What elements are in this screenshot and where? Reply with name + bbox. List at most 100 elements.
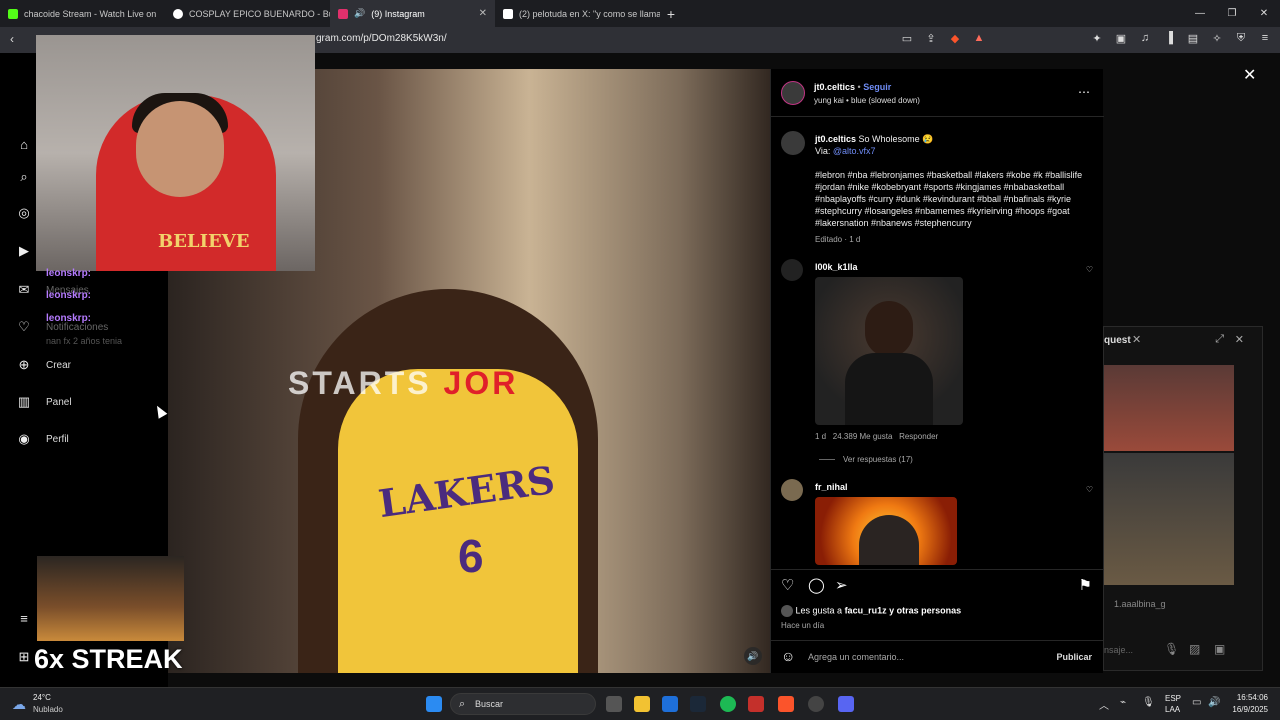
sidebar-item-panel[interactable]: ▥ Panel: [16, 394, 72, 410]
sidebar-item-home[interactable]: ⌂: [16, 137, 32, 152]
liked-by-suffix[interactable]: y otras personas: [887, 605, 961, 615]
brave-icon[interactable]: [778, 696, 794, 712]
display-icon[interactable]: ▭: [1192, 697, 1201, 708]
more-options-icon[interactable]: ⋯: [1078, 85, 1090, 99]
weather-temp[interactable]: 24°C: [33, 693, 51, 702]
install-icon[interactable]: ▭: [900, 32, 914, 45]
caption-username[interactable]: jt0.celtics: [815, 134, 856, 144]
spotify-icon[interactable]: [720, 696, 736, 712]
mute-button[interactable]: 🔊: [744, 647, 762, 665]
sidebar-item-more[interactable]: ≡: [16, 611, 32, 626]
profile-icon: ◉: [18, 431, 30, 446]
comment-username[interactable]: l00k_k1lla: [815, 262, 858, 272]
tab-kick[interactable]: chacoide Stream - Watch Live on: [0, 0, 165, 27]
brave-rewards-icon[interactable]: ▲: [972, 32, 986, 45]
comment-icon[interactable]: ◯: [808, 576, 825, 594]
image-icon[interactable]: ▨: [1189, 642, 1200, 656]
steam-icon[interactable]: [690, 696, 706, 712]
start-icon[interactable]: [426, 696, 442, 712]
audio-label[interactable]: yung kai • blue (slowed down): [814, 96, 920, 105]
dm-input[interactable]: nsaje...: [1104, 645, 1133, 655]
expand-icon[interactable]: ⤢: [1215, 333, 1224, 346]
file-explorer-icon[interactable]: [634, 696, 650, 712]
weather-desc[interactable]: Nublado: [33, 705, 63, 714]
tab-search[interactable]: COSPLAY EPICO BUENARDO - Buscar: [165, 0, 330, 27]
lang-1[interactable]: ESP: [1165, 694, 1181, 703]
share-icon[interactable]: ➢: [835, 576, 848, 594]
sidebar-item-search[interactable]: ⌕: [16, 169, 32, 185]
publish-button[interactable]: Publicar: [1056, 652, 1092, 662]
like-icon[interactable]: ♡: [781, 576, 794, 594]
task-view-icon[interactable]: [606, 696, 622, 712]
comment-likes[interactable]: 24.389 Me gusta: [833, 432, 893, 441]
vpn-icon[interactable]: ⛨: [1234, 32, 1248, 45]
chrome-icon[interactable]: [808, 696, 824, 712]
tab-search-icon[interactable]: ▣: [1114, 32, 1128, 45]
leo-ai-icon[interactable]: ✧: [1210, 32, 1224, 45]
brave-shield-icon[interactable]: ◆: [948, 32, 962, 45]
clock-date[interactable]: 16/9/2025: [1232, 705, 1268, 714]
url-text[interactable]: gram.com/p/DOm28K5kW3n/: [316, 33, 447, 44]
wallet-icon[interactable]: ▤: [1186, 32, 1200, 45]
menu-icon[interactable]: ≡: [1258, 32, 1272, 45]
author-username[interactable]: jt0.celtics: [814, 82, 855, 92]
hashtags[interactable]: #lebron #nba #lebronjames #basketball #l…: [815, 169, 1097, 229]
volume-icon[interactable]: 🔊: [1208, 697, 1220, 708]
comment-gif[interactable]: [815, 277, 963, 425]
comment-avatar[interactable]: [781, 479, 803, 501]
gif-figure-body: [845, 353, 933, 425]
close-tab-icon[interactable]: ✕: [479, 8, 487, 19]
comment-gif[interactable]: [815, 497, 957, 565]
share-icon[interactable]: ⇪: [924, 32, 938, 45]
network-icon[interactable]: ⌁: [1120, 697, 1126, 708]
bing-icon[interactable]: [662, 696, 678, 712]
extensions-icon[interactable]: ✦: [1090, 32, 1104, 45]
hamburger-menu-icon: ≡: [20, 611, 28, 626]
dm-media[interactable]: [1104, 453, 1234, 585]
close-icon[interactable]: ✕: [1132, 333, 1141, 346]
music-icon[interactable]: ♫: [1138, 32, 1152, 45]
comment-input[interactable]: Agrega un comentario...: [808, 652, 904, 662]
sidebar-item-meta[interactable]: ⊞: [16, 649, 32, 665]
lang-2[interactable]: LAA: [1165, 705, 1180, 714]
liked-by-user[interactable]: facu_ru1z: [845, 605, 887, 615]
close-dm-icon[interactable]: ✕: [1235, 333, 1244, 346]
view-replies-button[interactable]: Ver respuestas (17): [819, 455, 913, 464]
tab-x[interactable]: (2) pelotuda en X: "y como se llama t: [495, 0, 660, 27]
comment-like-icon[interactable]: ♡: [1086, 485, 1093, 494]
tab-title: (2) pelotuda en X: "y como se llama t: [519, 8, 660, 19]
comment-like-icon[interactable]: ♡: [1086, 265, 1093, 274]
close-post-icon[interactable]: ✕: [1243, 65, 1256, 85]
sidebar-item-explore[interactable]: ◎: [16, 205, 32, 221]
sidebar-item-profile[interactable]: ◉ Perfil: [16, 431, 68, 447]
game-app-icon[interactable]: [748, 696, 764, 712]
tab-instagram[interactable]: 🔊 (9) Instagram ✕: [330, 0, 495, 27]
sidebar-item-reels[interactable]: ▶: [16, 243, 32, 259]
new-tab-button[interactable]: +: [660, 6, 682, 22]
back-arrow-icon[interactable]: ‹: [10, 32, 14, 46]
emoji-icon[interactable]: ☺: [781, 648, 795, 664]
dm-media[interactable]: [1104, 365, 1234, 451]
tray-chevron-icon[interactable]: ︿: [1099, 697, 1109, 712]
dm-user[interactable]: 1.aaalbina_g: [1114, 599, 1166, 609]
maximize-icon[interactable]: ❐: [1216, 0, 1248, 27]
minimize-icon[interactable]: —: [1184, 0, 1216, 27]
via-handle[interactable]: @alto.vfx7: [833, 146, 876, 156]
clock-time[interactable]: 16:54:06: [1237, 693, 1268, 702]
bookmark-icon[interactable]: ⚑: [1079, 576, 1092, 594]
taskbar-search[interactable]: ⌕ Buscar: [450, 693, 596, 715]
reply-button[interactable]: Responder: [899, 432, 938, 441]
sidebar-item-create[interactable]: ⊕ Crear: [16, 357, 71, 373]
discord-icon[interactable]: [838, 696, 854, 712]
comment-username[interactable]: fr_nihal: [815, 482, 848, 492]
mic-icon[interactable]: 🎙: [1164, 642, 1179, 656]
sidebar-icon[interactable]: ▐: [1162, 32, 1176, 45]
follow-button[interactable]: Seguir: [863, 82, 891, 92]
author-avatar[interactable]: [781, 81, 805, 105]
x-favicon-icon: [503, 8, 513, 19]
comment-avatar[interactable]: [781, 259, 803, 281]
close-window-icon[interactable]: ✕: [1248, 0, 1280, 27]
sticker-icon[interactable]: ▣: [1214, 642, 1225, 656]
caption-avatar[interactable]: [781, 131, 805, 155]
mic-icon[interactable]: 🎙: [1142, 697, 1155, 708]
